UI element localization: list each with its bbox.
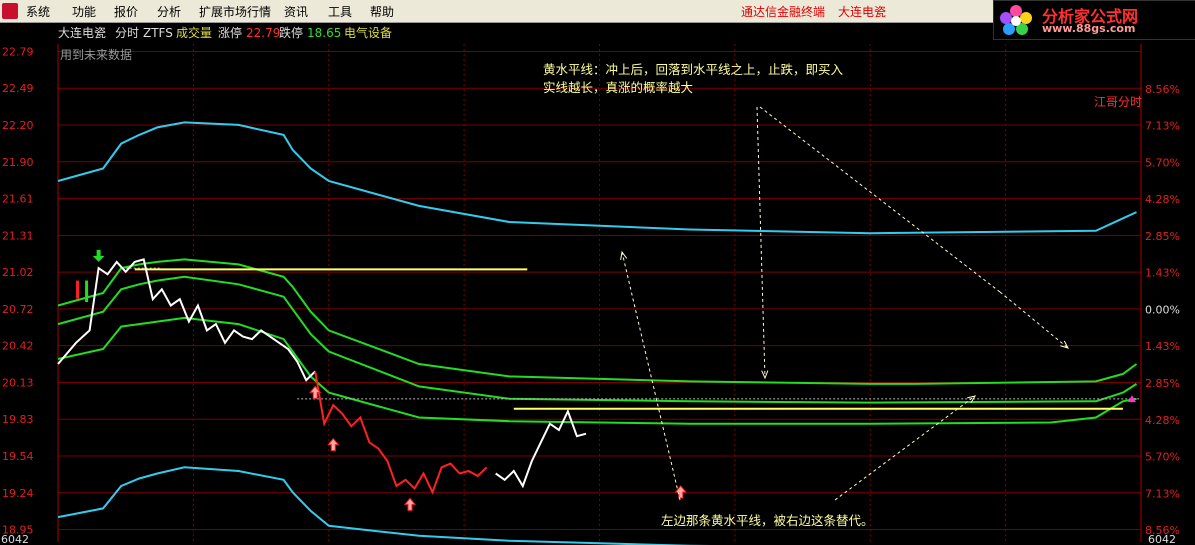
- y-tick-right: 1.43%: [1145, 267, 1180, 280]
- indicator-name[interactable]: 江哥分时: [1094, 95, 1142, 109]
- stock-title: 大连电瓷: [838, 5, 887, 19]
- header-sector: 电气设备: [344, 25, 392, 40]
- volume-right: 6042: [1148, 533, 1176, 545]
- y-tick-right: 8.56%: [1145, 83, 1180, 96]
- signal-levels: [76, 267, 1141, 410]
- menu-news[interactable]: 资讯: [284, 3, 308, 20]
- y-tick-left: 21.31: [2, 229, 34, 242]
- y-tick-left: 21.02: [2, 266, 34, 279]
- header-formula: ZTFS: [143, 26, 173, 40]
- y-tick-left: 20.13: [2, 376, 34, 389]
- arrow-down-to-level: [756, 106, 766, 379]
- arrow-diagonal: [759, 106, 1001, 293]
- volume-bar: [76, 280, 80, 299]
- buy-arrow-icon: [403, 497, 417, 511]
- annotation-note-1a: 黄水平线：冲上后，回落到水平线之上，止跌，即买入: [543, 62, 844, 77]
- volume-bar: [85, 280, 89, 302]
- arrow-to-bounce: [999, 291, 1069, 349]
- y-axis-left: 22.79 22.49 22.20 21.90 21.61 21.31 21.02 20.72…: [2, 45, 34, 536]
- intraday-chart[interactable]: 22.79 22.49 22.20 21.90 21.61 21.31 21.02 20.72…: [0, 22, 1195, 545]
- y-tick-right: 5.70%: [1145, 451, 1180, 464]
- menu-analysis[interactable]: 分析: [157, 3, 181, 20]
- y-tick-right: 4.28%: [1145, 193, 1180, 206]
- arrow-to-right-line: [834, 395, 976, 501]
- y-tick-left: 20.42: [2, 340, 34, 353]
- y-tick-right: 7.13%: [1145, 120, 1180, 133]
- y-tick-right: 1.43%: [1145, 340, 1180, 353]
- header-stock: 大连电瓷: [58, 25, 106, 40]
- app-title: 通达信金融终端: [741, 5, 826, 19]
- menu-help[interactable]: 帮助: [370, 3, 394, 20]
- header-limit-up-label: 涨停: [218, 25, 242, 40]
- menu-function[interactable]: 功能: [72, 3, 96, 20]
- y-tick-left: 19.54: [2, 450, 34, 463]
- header-view: 分时: [115, 26, 139, 40]
- header-limit-down: 18.65: [307, 26, 341, 40]
- price-segment: [314, 371, 488, 495]
- green-arrow-icon: [92, 249, 105, 262]
- annotation-arrows: [620, 106, 1069, 501]
- annotation-note-1b: 实线越长，真涨的概率越大: [543, 80, 693, 95]
- annotation-note-2: 左边那条黄水平线，被右边这条替代。: [661, 513, 874, 528]
- y-tick-left: 19.24: [2, 487, 34, 500]
- y-tick-left: 19.83: [2, 413, 34, 426]
- y-tick-right: 5.70%: [1145, 156, 1180, 169]
- header-volume-label: 成交量: [176, 25, 212, 40]
- y-tick-right: 0.00%: [1145, 303, 1180, 316]
- band-outer-upper: [57, 121, 1137, 235]
- chart-grid: [57, 44, 1142, 542]
- band-outer-lower: [57, 466, 712, 545]
- y-tick-left: 22.20: [2, 119, 34, 132]
- menu-tools[interactable]: 工具: [328, 3, 352, 20]
- y-tick-right: 7.13%: [1145, 487, 1180, 500]
- buy-arrow-icon: [327, 437, 340, 452]
- y-tick-right: 2.85%: [1145, 377, 1180, 390]
- menu-system[interactable]: 系统: [26, 3, 50, 20]
- y-tick-left: 21.90: [2, 156, 34, 169]
- header-limit-up: 22.79: [246, 26, 280, 40]
- volume-left: 6042: [1, 533, 29, 545]
- y-tick-left: 21.61: [2, 193, 34, 206]
- y-tick-right: 2.85%: [1145, 230, 1180, 243]
- y-tick-left: 20.72: [2, 303, 34, 316]
- arrow-to-left-line: [621, 251, 681, 501]
- menu-extended-market[interactable]: 扩展市场行情: [199, 3, 271, 20]
- menu-quote[interactable]: 报价: [114, 3, 138, 20]
- future-data-note: 用到未来数据: [60, 47, 132, 62]
- app-logo-icon[interactable]: [2, 3, 18, 19]
- y-tick-right: 4.28%: [1145, 414, 1180, 427]
- y-tick-left: 22.79: [2, 45, 34, 58]
- header-limit-down-label: 跌停: [279, 25, 303, 40]
- y-axis-right: 8.56% 7.13% 5.70% 4.28% 2.85% 1.43% 0.00% 1.43%…: [1145, 83, 1180, 537]
- y-tick-left: 22.49: [2, 82, 34, 95]
